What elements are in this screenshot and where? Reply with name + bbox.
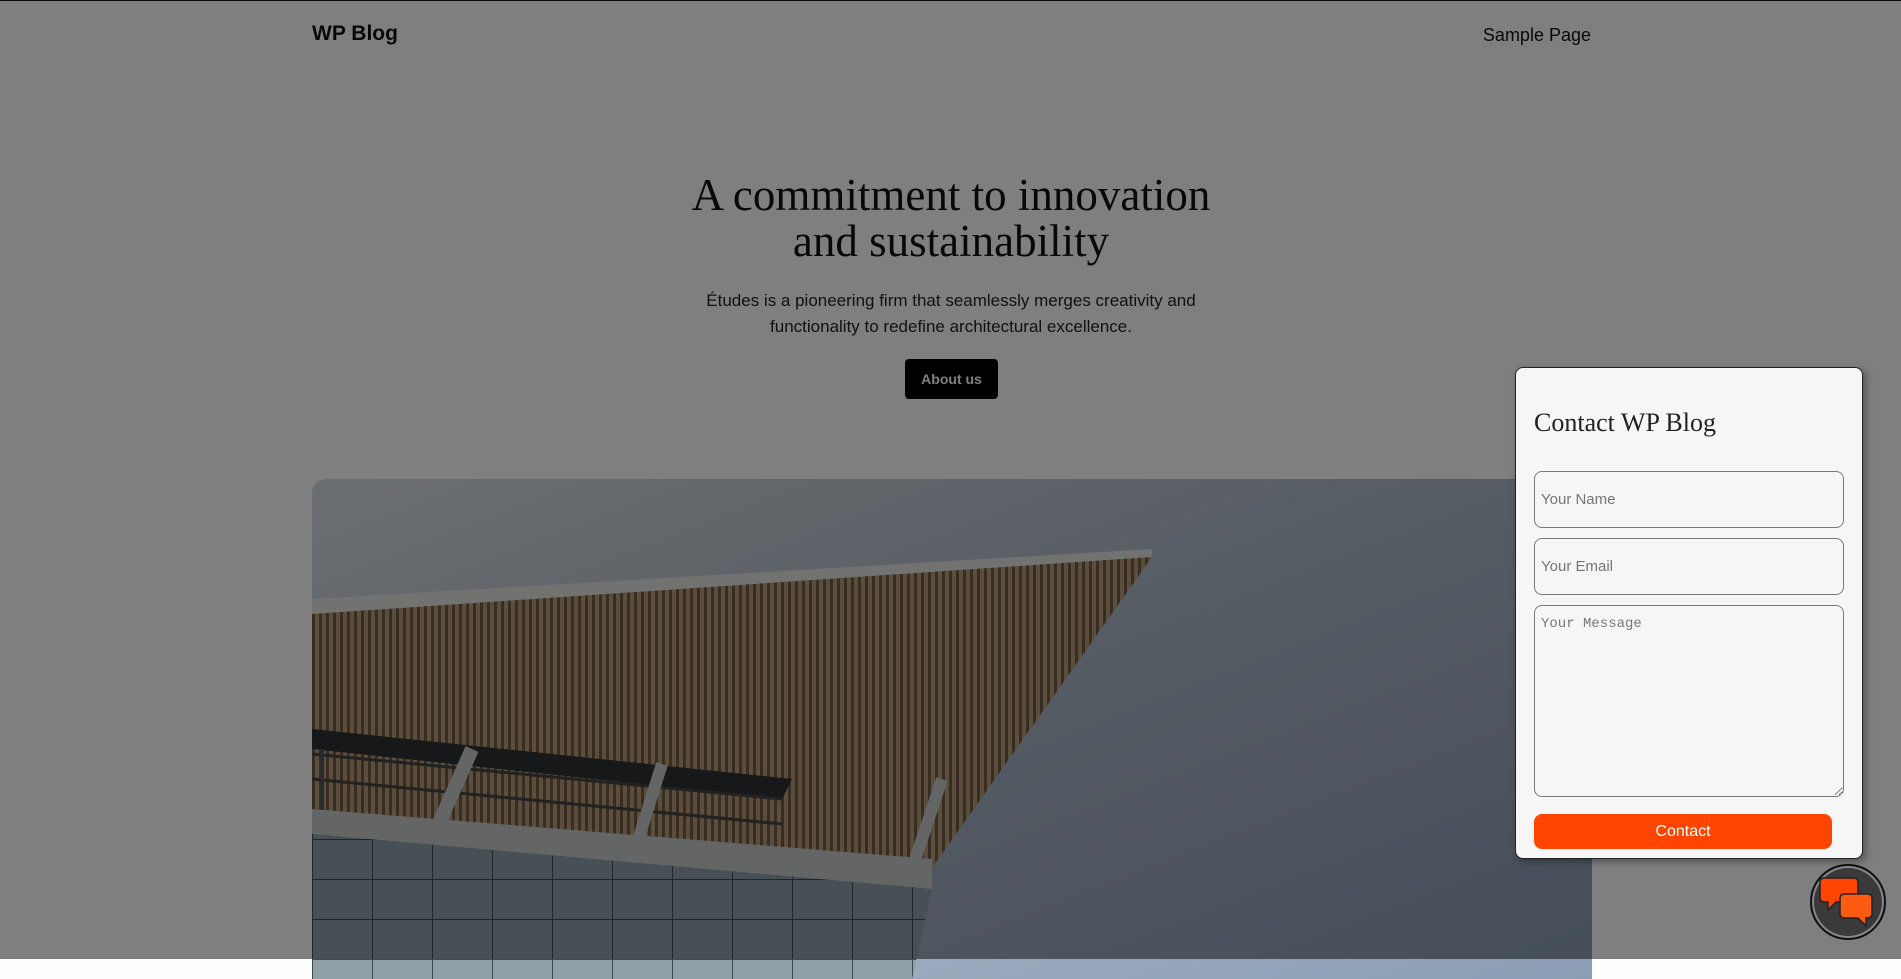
chat-toggle-button[interactable] (1810, 864, 1886, 940)
name-input[interactable] (1534, 471, 1844, 528)
email-input[interactable] (1534, 538, 1844, 595)
chat-bubbles-icon (1819, 877, 1873, 928)
contact-form-title: Contact WP Blog (1534, 408, 1716, 437)
message-textarea[interactable] (1534, 605, 1844, 797)
contact-submit-button[interactable]: Contact (1534, 814, 1832, 849)
contact-form-panel: Contact WP Blog Contact (1515, 367, 1863, 859)
